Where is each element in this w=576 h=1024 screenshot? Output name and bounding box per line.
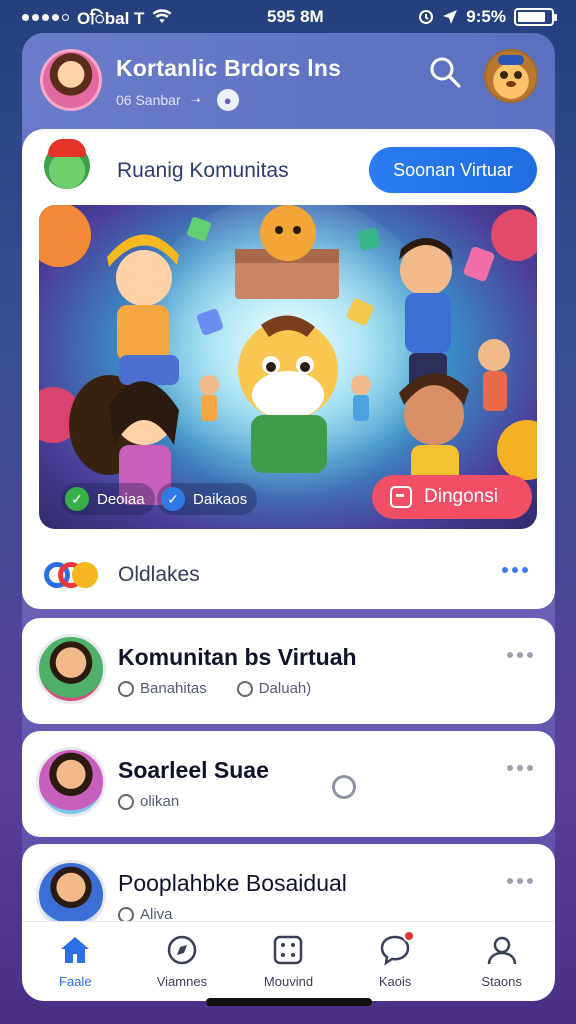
carrier-label: Oिbal T bbox=[77, 8, 145, 28]
nav-label: Viamnes bbox=[156, 974, 208, 989]
hero-badge-1: ✓ Deoiaa bbox=[61, 483, 155, 515]
avatar bbox=[36, 860, 106, 930]
notification-badge bbox=[403, 930, 416, 942]
nav-item-chat[interactable]: Kaois bbox=[350, 930, 440, 989]
location-pin-icon bbox=[118, 793, 134, 810]
chat-icon bbox=[378, 930, 416, 966]
battery-icon bbox=[513, 8, 557, 26]
window-icon bbox=[390, 486, 412, 508]
list-item-meta: olikan bbox=[118, 793, 179, 810]
hero-cta-label: Dingonsi bbox=[424, 486, 498, 507]
hero-badge-2: ✓ Daikaos bbox=[157, 483, 258, 515]
meta-label: Banahitas bbox=[140, 680, 207, 697]
compass-icon bbox=[165, 934, 199, 966]
search-icon bbox=[118, 680, 134, 697]
header-subtitle: 06 Sanbar bbox=[116, 92, 181, 108]
profile-icon bbox=[485, 934, 519, 966]
join-button[interactable]: Soonan Virtuar bbox=[369, 147, 537, 193]
nav-item-explore[interactable]: Viamnes bbox=[137, 934, 227, 989]
list-item-meta: Banahitas Daluah) bbox=[118, 680, 311, 697]
list-item[interactable]: Komunitan bs Virtuah Banahitas Daluah) bbox=[22, 618, 555, 724]
status-left: Oिbal T bbox=[22, 6, 172, 29]
arrow-right-icon: ➝ bbox=[190, 93, 201, 107]
community-mascot-icon bbox=[44, 139, 90, 189]
alarm-icon bbox=[419, 10, 434, 24]
home-icon bbox=[58, 934, 92, 966]
nav-label: Faale bbox=[59, 974, 92, 989]
rings-logo-icon bbox=[44, 562, 104, 588]
signal-dots-icon bbox=[22, 13, 69, 21]
app-window: Kortanlic Brdors lns 06 Sanbar ➝ ● Ruani… bbox=[22, 33, 555, 1001]
header-subtitle-row: 06 Sanbar ➝ ● bbox=[116, 89, 239, 111]
featured-community-card: Ruanig Komunitas Soonan Virtuar ✓ Deoiaa… bbox=[22, 129, 555, 609]
featured-footer: Oldlakes bbox=[44, 555, 534, 595]
mascot-avatar-button[interactable] bbox=[484, 49, 538, 103]
wifi-icon bbox=[152, 9, 172, 23]
grid-icon bbox=[271, 934, 305, 966]
clock-icon bbox=[236, 680, 253, 697]
check-icon: ✓ bbox=[161, 487, 185, 511]
meta-label: Daluah) bbox=[258, 680, 312, 697]
nav-label: Mouvind bbox=[263, 974, 314, 989]
list-item-title: Komunitan bs Virtuah bbox=[118, 644, 357, 670]
nav-item-home[interactable]: Faale bbox=[30, 934, 120, 989]
nav-item-grid[interactable]: Mouvind bbox=[243, 934, 333, 989]
globe-icon[interactable]: ● bbox=[216, 89, 239, 111]
check-icon: ✓ bbox=[65, 487, 89, 511]
list-item-title: Soarleel Suae bbox=[118, 757, 269, 783]
hero-illustration[interactable]: ✓ Deoiaa ✓ Daikaos Dingonsi bbox=[39, 205, 537, 529]
meta-label: olikan bbox=[140, 793, 180, 810]
sync-icon[interactable] bbox=[332, 775, 356, 799]
home-indicator[interactable] bbox=[206, 998, 372, 1006]
header-title: Kortanlic Brdors lns bbox=[116, 55, 342, 81]
more-options-icon[interactable] bbox=[502, 567, 528, 573]
mascot-face-icon bbox=[498, 55, 524, 87]
status-bar: Oिbal T 595 8M 9:5% bbox=[0, 0, 576, 34]
avatar bbox=[36, 747, 106, 817]
list-item-title: Pooplahbke Bosaidual bbox=[118, 870, 347, 896]
footer-label: Oldlakes bbox=[118, 563, 200, 586]
more-options-icon[interactable] bbox=[507, 652, 533, 658]
nav-item-profile[interactable]: Staons bbox=[457, 934, 547, 989]
featured-title: Ruanig Komunitas bbox=[117, 159, 289, 182]
more-options-icon[interactable] bbox=[507, 878, 533, 884]
app-header: Kortanlic Brdors lns 06 Sanbar ➝ ● bbox=[22, 33, 555, 129]
bottom-navigation: Faale Viamnes Mouvind Kaois Staons bbox=[22, 921, 555, 1001]
hero-badge-1-label: Deoiaa bbox=[97, 490, 145, 508]
location-icon bbox=[443, 10, 458, 24]
status-right: 9:5% bbox=[418, 7, 557, 27]
hero-cta-button[interactable]: Dingonsi bbox=[372, 475, 532, 519]
battery-percent: 9:5% bbox=[466, 7, 506, 26]
hero-badge-2-label: Daikaos bbox=[193, 490, 248, 508]
status-time: 595 8M bbox=[267, 7, 324, 26]
avatar bbox=[36, 634, 106, 704]
nav-label: Staons bbox=[481, 974, 522, 989]
user-avatar[interactable] bbox=[40, 49, 102, 111]
list-item[interactable]: Soarleel Suae olikan bbox=[22, 731, 555, 837]
nav-label: Kaois bbox=[378, 974, 412, 989]
more-options-icon[interactable] bbox=[507, 765, 533, 771]
search-icon[interactable] bbox=[428, 55, 462, 89]
